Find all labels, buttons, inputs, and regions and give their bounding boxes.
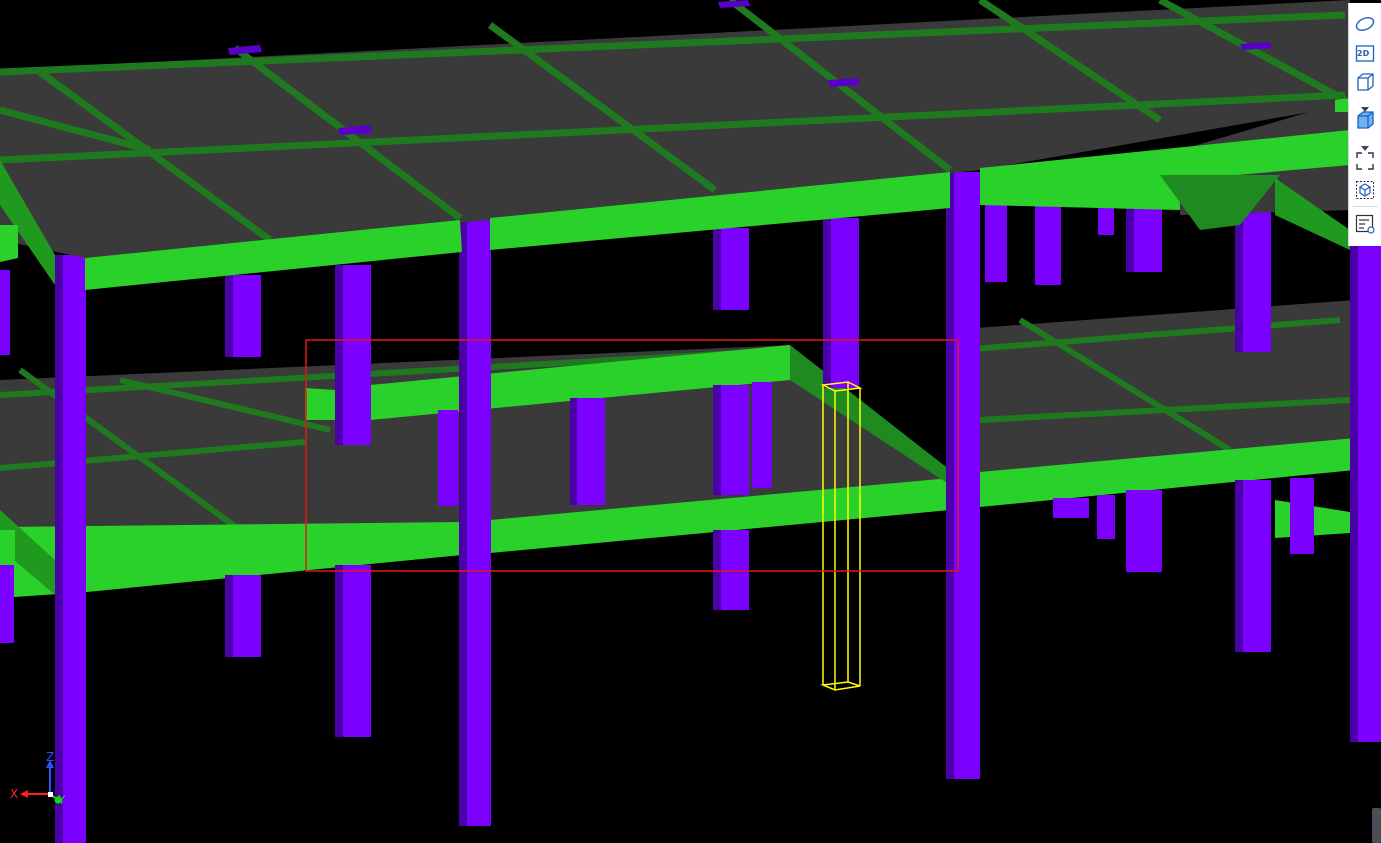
toolbar-divider	[1353, 206, 1378, 207]
orbit-icon[interactable]	[1354, 13, 1376, 35]
axis-y-label: Y	[58, 793, 66, 807]
zoom-extents-icon[interactable]	[1354, 150, 1376, 172]
chevron-down-icon[interactable]	[1360, 137, 1370, 151]
axis-indicator: Z X Y	[6, 748, 70, 812]
scroll-grip[interactable]	[1372, 808, 1381, 843]
isolate-selection-icon[interactable]	[1354, 179, 1376, 201]
model-viewport-3d[interactable]	[0, 0, 1381, 843]
chevron-down-icon[interactable]	[1360, 98, 1370, 112]
view-3d-cube-icon[interactable]	[1354, 71, 1376, 93]
properties-panel-icon[interactable]	[1354, 213, 1376, 235]
shaded-cube-icon[interactable]	[1354, 109, 1376, 131]
axis-x-label: X	[10, 787, 19, 801]
view-toolbar: 2D	[1348, 3, 1381, 246]
view-2d-button[interactable]: 2D	[1354, 42, 1376, 64]
view-2d-label: 2D	[1357, 49, 1370, 58]
axis-z-label: Z	[46, 750, 55, 764]
